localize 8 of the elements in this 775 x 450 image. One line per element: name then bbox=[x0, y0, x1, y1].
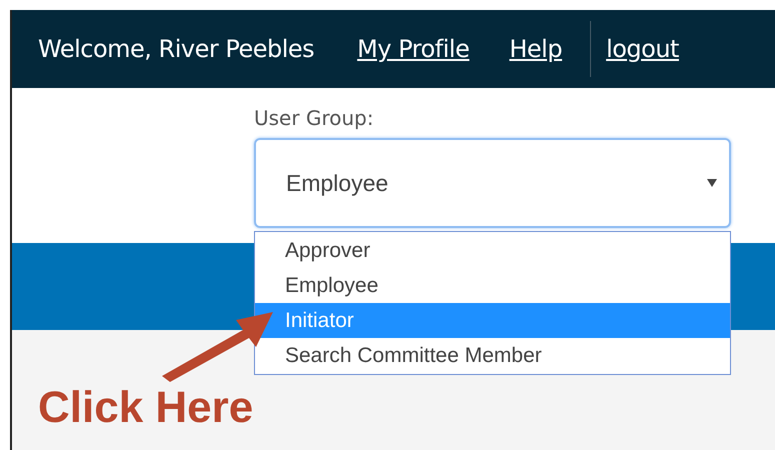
header-link[interactable]: logout bbox=[606, 31, 679, 67]
header-link[interactable]: Help bbox=[509, 31, 562, 67]
field-label: User Group: bbox=[254, 106, 375, 130]
annotation-text: Click Here bbox=[38, 384, 254, 432]
user-group-select[interactable]: Employee bbox=[254, 138, 731, 228]
header-link[interactable]: My Profile bbox=[357, 31, 470, 67]
welcome-text: Welcome, River Peebles bbox=[38, 34, 314, 65]
caret-icon bbox=[707, 179, 717, 187]
